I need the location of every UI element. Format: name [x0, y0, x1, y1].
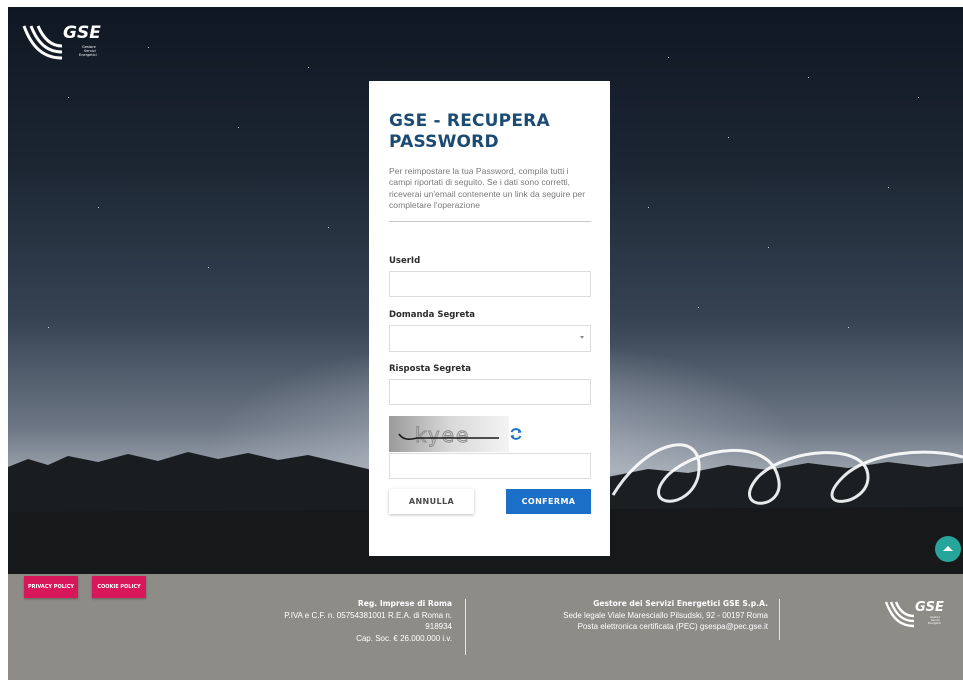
star: [328, 227, 329, 228]
scroll-top-button[interactable]: [935, 536, 961, 562]
userid-label: UserId: [389, 256, 421, 266]
footer: PRIVACY POLICY COOKIE POLICY Reg. Impres…: [8, 574, 963, 680]
gse-footer-logo: GSE Gestore Servizi Energetici: [884, 600, 944, 628]
star: [848, 327, 849, 328]
footer-reg-line: 918934: [425, 622, 452, 632]
star: [208, 267, 209, 268]
gse-logo: GSE Gestore Servizi Energetici: [22, 23, 101, 60]
star: [98, 207, 99, 208]
svg-text:Energetici: Energetici: [928, 621, 941, 625]
footer-gestore-line: Sede legale Viale Maresciallo Pilsudski,…: [563, 610, 768, 620]
footer-gestore-line: Posta elettronica certificata (PEC) gses…: [577, 622, 768, 632]
star: [668, 57, 669, 58]
userid-input[interactable]: [389, 271, 591, 297]
cookie-policy-button[interactable]: COOKIE POLICY: [92, 576, 146, 598]
footer-separator: [465, 599, 466, 655]
divider: [389, 221, 591, 223]
svg-text:GSE: GSE: [63, 23, 101, 43]
footer-reg-title: Reg. Imprese di Roma: [357, 599, 452, 608]
svg-text:GSE: GSE: [915, 600, 944, 615]
secret-answer-input[interactable]: [389, 379, 591, 405]
secret-question-select[interactable]: [389, 325, 591, 352]
captcha-input[interactable]: [389, 453, 591, 479]
secret-question-value: [390, 333, 396, 344]
privacy-policy-button[interactable]: PRIVACY POLICY: [24, 576, 78, 598]
star: [308, 67, 309, 68]
secret-question-label: Domanda Segreta: [389, 310, 476, 320]
captcha-image: kyee: [389, 416, 509, 452]
star: [648, 207, 649, 208]
svg-text:Energetici: Energetici: [79, 53, 97, 57]
star: [238, 127, 239, 128]
star: [728, 137, 729, 138]
star: [768, 247, 769, 248]
star: [918, 97, 919, 98]
star: [888, 187, 889, 188]
confirm-button[interactable]: CONFERMA: [506, 489, 591, 514]
star: [808, 77, 809, 78]
star: [68, 97, 69, 98]
footer-gestore: Gestore dei Servizi Energetici GSE S.p.A…: [528, 598, 768, 633]
chevron-up-icon: [943, 546, 953, 551]
footer-reg-line: P.IVA e C.F. n. 05754381001 R.E.A. di Ro…: [284, 610, 452, 620]
recover-password-card: GSE - RECUPERA PASSWORD Per reimpostare …: [369, 81, 610, 556]
cancel-button[interactable]: ANNULLA: [389, 489, 474, 514]
caret-down-icon: [580, 336, 584, 339]
star: [698, 307, 699, 308]
svg-text:kyee: kyee: [415, 423, 470, 447]
footer-reg-line: Cap. Soc. € 26.000.000 i.v.: [356, 633, 452, 643]
page: GSE Gestore Servizi Energetici GSE - REC…: [0, 0, 963, 680]
footer-reg-imprese: Reg. Imprese di Roma P.IVA e C.F. n. 057…: [260, 598, 452, 644]
refresh-icon[interactable]: [509, 427, 523, 441]
form-description: Per reimpostare la tua Password, compila…: [389, 166, 586, 210]
secret-answer-label: Risposta Segreta: [389, 364, 471, 374]
footer-separator: [779, 599, 780, 640]
star: [48, 327, 49, 328]
footer-gestore-title: Gestore dei Servizi Energetici GSE S.p.A…: [593, 599, 768, 608]
page-title: GSE - RECUPERA PASSWORD: [389, 111, 550, 152]
star: [148, 47, 149, 48]
